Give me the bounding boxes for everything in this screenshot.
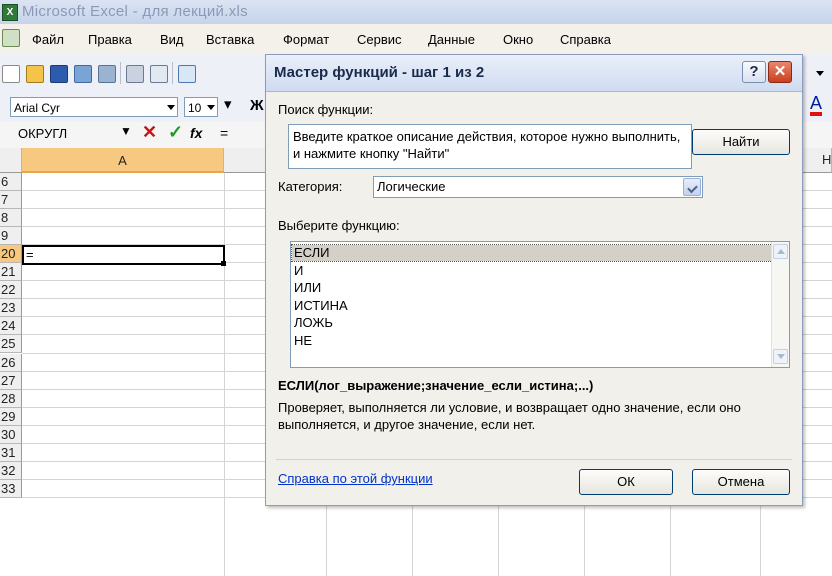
category-select[interactable]: Логические	[373, 176, 703, 198]
menu-window[interactable]: Окно	[503, 32, 533, 47]
enter-entry-icon[interactable]: ✓	[168, 122, 183, 143]
help-button[interactable]: ?	[742, 61, 766, 83]
row-header[interactable]: 25	[0, 335, 22, 354]
function-item[interactable]: НЕ	[294, 333, 312, 349]
row-header[interactable]: 28	[0, 389, 22, 408]
row-header[interactable]: 9	[0, 227, 22, 246]
selected-highlight	[291, 244, 773, 262]
menu-edit[interactable]: Правка	[88, 32, 132, 47]
spelling-icon[interactable]	[178, 65, 196, 83]
app-title: Microsoft Excel - для лекций.xls	[22, 3, 248, 20]
scroll-down-icon[interactable]	[773, 349, 788, 364]
function-description: Проверяет, выполняется ли условие, и воз…	[278, 400, 741, 432]
fill-handle[interactable]	[221, 261, 226, 266]
column-header-a[interactable]: A	[22, 148, 224, 173]
menu-view[interactable]: Вид	[160, 32, 184, 47]
row-header[interactable]: 24	[0, 317, 22, 336]
close-button[interactable]: ✕	[768, 61, 792, 83]
font-size-value: 10	[188, 101, 202, 115]
active-cell-value: =	[26, 247, 34, 262]
name-box-dropdown-icon[interactable]: ▼	[120, 124, 132, 138]
bold-button[interactable]: Ж	[250, 97, 264, 114]
select-all-corner[interactable]	[0, 148, 22, 173]
function-item[interactable]: ЕСЛИ	[294, 245, 330, 261]
scroll-up-icon[interactable]	[773, 244, 788, 259]
menu-format[interactable]: Формат	[283, 32, 329, 47]
app-title-bar: X Microsoft Excel - для лекций.xls	[0, 0, 832, 24]
email-icon[interactable]	[98, 65, 116, 83]
font-size-combo[interactable]: 10	[184, 97, 218, 117]
insert-function-icon[interactable]: fx	[190, 125, 202, 141]
row-header[interactable]: 22	[0, 281, 22, 300]
function-wizard-dialog: Мастер функций - шаг 1 из 2 ? ✕ Поиск фу…	[265, 54, 803, 506]
column-header-h[interactable]: Н	[822, 152, 831, 167]
column-gridline	[224, 173, 225, 576]
name-box[interactable]: ОКРУГЛ	[18, 126, 67, 141]
row-header[interactable]: 6	[0, 173, 22, 191]
open-folder-icon[interactable]	[26, 65, 44, 83]
permission-icon[interactable]	[74, 65, 92, 83]
find-button[interactable]: Найти	[692, 129, 790, 155]
chevron-down-icon[interactable]	[167, 105, 175, 110]
row-header[interactable]: 8	[0, 209, 22, 228]
row-header[interactable]: 26	[0, 353, 22, 372]
dropdown-arrow-icon[interactable]: ▾	[224, 95, 232, 113]
function-item[interactable]: И	[294, 263, 303, 279]
font-name-combo[interactable]: Arial Cyr	[10, 97, 178, 117]
toolbar-overflow-icon[interactable]	[812, 65, 826, 81]
function-list-scrollbar[interactable]	[771, 242, 789, 367]
new-document-icon[interactable]	[2, 65, 20, 83]
chevron-down-icon[interactable]	[683, 178, 701, 196]
category-value: Логические	[377, 179, 446, 194]
row-header[interactable]: 23	[0, 299, 22, 318]
active-cell[interactable]: =	[22, 245, 226, 266]
document-menu-icon[interactable]	[2, 29, 20, 47]
chevron-down-icon[interactable]	[207, 105, 215, 110]
row-header[interactable]: 30	[0, 425, 22, 444]
save-icon[interactable]	[50, 65, 68, 83]
cancel-entry-icon[interactable]: ✕	[142, 122, 157, 143]
row-header[interactable]: 29	[0, 407, 22, 426]
dialog-title-bar[interactable]: Мастер функций - шаг 1 из 2 ? ✕	[266, 55, 802, 92]
function-item[interactable]: ИЛИ	[294, 280, 321, 296]
row-header[interactable]: 21	[0, 263, 22, 282]
search-label: Поиск функции:	[278, 102, 374, 117]
menu-help[interactable]: Справка	[560, 32, 611, 47]
search-input[interactable]: Введите краткое описание действия, котор…	[288, 124, 692, 169]
print-icon[interactable]	[126, 65, 144, 83]
category-label: Категория:	[278, 179, 343, 194]
excel-icon[interactable]: X	[2, 4, 18, 21]
menu-data[interactable]: Данные	[428, 32, 475, 47]
menu-file[interactable]: Файл	[32, 32, 64, 47]
menu-tools[interactable]: Сервис	[357, 32, 402, 47]
function-signature: ЕСЛИ(лог_выражение;значение_если_истина;…	[278, 378, 594, 393]
row-header[interactable]: 7	[0, 191, 22, 210]
choose-function-label: Выберите функцию:	[278, 218, 400, 233]
print-preview-icon[interactable]	[150, 65, 168, 83]
row-header[interactable]: 27	[0, 371, 22, 390]
function-item[interactable]: ИСТИНА	[294, 298, 348, 314]
dialog-title: Мастер функций - шаг 1 из 2	[274, 64, 485, 81]
function-list[interactable]: ЕСЛИ И ИЛИ ИСТИНА ЛОЖЬ НЕ	[290, 241, 790, 368]
ok-button[interactable]: ОК	[579, 469, 673, 495]
dialog-divider	[276, 459, 792, 460]
row-header[interactable]: 33	[0, 479, 22, 498]
formula-content[interactable]: =	[220, 125, 228, 141]
font-color-button[interactable]: A	[810, 94, 823, 116]
function-item[interactable]: ЛОЖЬ	[294, 315, 333, 331]
font-name-value: Arial Cyr	[14, 101, 61, 115]
row-header[interactable]: 32	[0, 461, 22, 480]
cancel-button[interactable]: Отмена	[692, 469, 790, 495]
menu-insert[interactable]: Вставка	[206, 32, 254, 47]
row-header[interactable]: 20	[0, 245, 22, 264]
row-header[interactable]: 31	[0, 443, 22, 462]
function-help-link[interactable]: Справка по этой функции	[278, 471, 433, 486]
menu-bar: Файл Правка Вид Вставка Формат Сервис Да…	[0, 24, 832, 55]
